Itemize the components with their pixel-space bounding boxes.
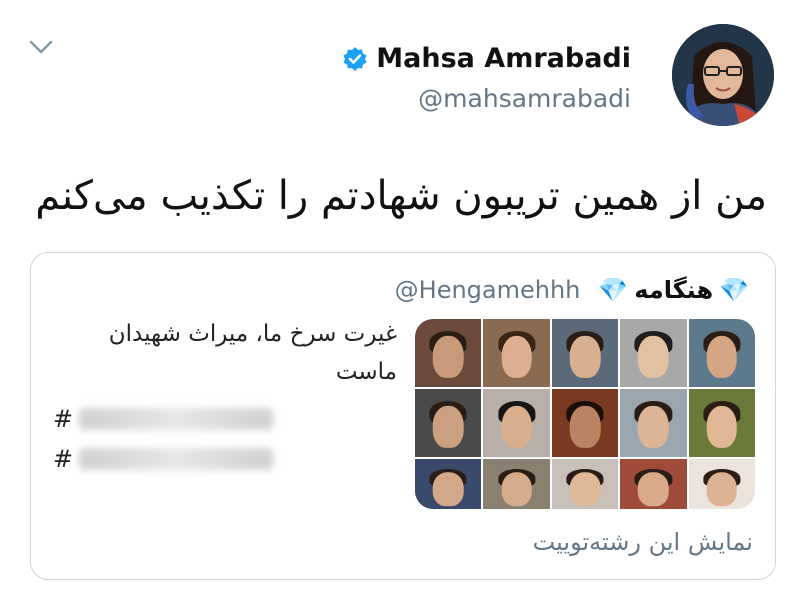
photo-tile [688, 389, 755, 457]
photo-tile [620, 459, 687, 509]
verified-badge-icon [343, 47, 367, 71]
hashtag-symbol: # [53, 445, 74, 473]
photo-tile [483, 459, 550, 509]
hashtag-symbol: # [53, 405, 74, 433]
photo-tile [483, 389, 550, 457]
chevron-down-icon[interactable] [28, 38, 54, 56]
tweet-author[interactable]: Mahsa Amrabadi @mahsamrabadi [342, 44, 631, 114]
photo-tile [620, 319, 687, 387]
avatar-photo [672, 24, 774, 126]
author-handle[interactable]: @mahsamrabadi [342, 84, 631, 114]
photo-tile [483, 319, 550, 387]
avatar[interactable] [672, 24, 774, 126]
blurred-hashtag [79, 408, 273, 430]
photo-tile [688, 459, 755, 509]
show-thread-link[interactable]: نمایش این رشته‌توییت [533, 527, 753, 557]
photo-tile [551, 319, 619, 387]
photo-tile [551, 389, 619, 457]
hashtag-link[interactable]: # [53, 401, 273, 437]
photo-tile [551, 459, 619, 509]
diamond-emoji-icon: 💎 [719, 276, 749, 304]
photo-tile [415, 319, 482, 387]
photo-tile [688, 319, 755, 387]
quoted-tweet-author[interactable]: 💎 هنگامه 💎 @Hengamehhh [395, 275, 749, 305]
photo-tile [415, 389, 482, 457]
blurred-hashtag [79, 448, 273, 470]
diamond-emoji-icon: 💎 [598, 276, 629, 304]
quoted-author-handle: @Hengamehhh [394, 276, 581, 304]
hashtag-link[interactable]: # [53, 441, 273, 477]
quoted-tweet[interactable]: 💎 هنگامه 💎 @Hengamehhh غیرت سرخ ما، میرا… [30, 252, 776, 580]
photo-tile [415, 459, 482, 509]
tweet-text: من از همین تریبون شهادتم را تکذیب می‌کنم [35, 173, 767, 219]
quoted-tweet-text: غیرت سرخ ما، میراث شهیدان ماست [108, 321, 397, 385]
author-display-name[interactable]: Mahsa Amrabadi [376, 44, 631, 74]
quoted-tweet-media[interactable] [415, 319, 755, 509]
quoted-author-name: هنگامه [634, 276, 714, 304]
photo-tile [620, 389, 687, 457]
